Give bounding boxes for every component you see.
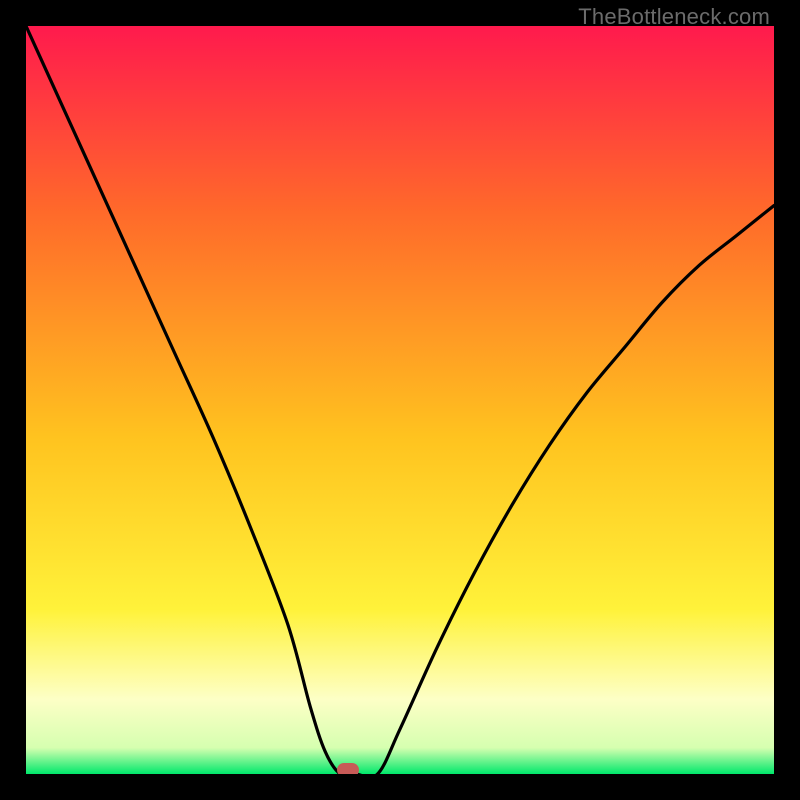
plot-area [26, 26, 774, 774]
bottleneck-curve [26, 26, 774, 774]
chart-frame: TheBottleneck.com [0, 0, 800, 800]
optimal-point-marker [337, 763, 359, 774]
